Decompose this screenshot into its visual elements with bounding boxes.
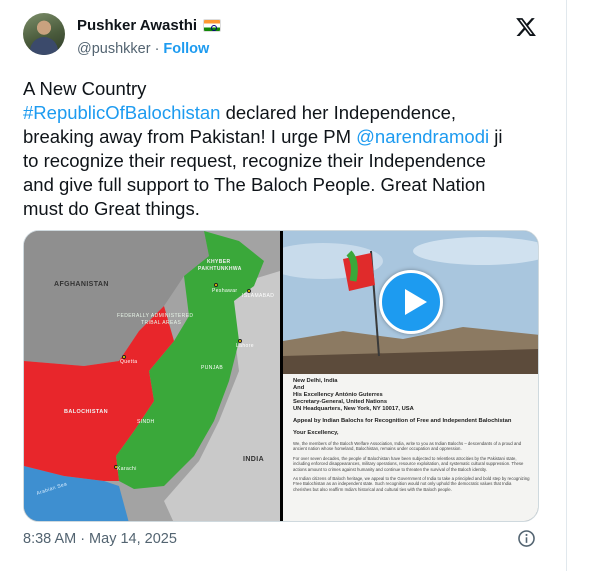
tweet-line-text: breaking away from Pakistan! I urge PM bbox=[23, 126, 357, 147]
map-label-quetta: Quetta bbox=[120, 359, 138, 365]
letter-paragraph: As Indian citizens of Baloch heritage, w… bbox=[293, 476, 530, 492]
map-label-balochistan: BALOCHISTAN bbox=[64, 409, 109, 415]
tweet-card: Pushker Awasthi @pushkker · Follow A New… bbox=[0, 0, 567, 571]
pakistan-map bbox=[24, 231, 280, 521]
tweet-line: A New Country bbox=[23, 78, 147, 99]
map-label-kpk: PAKHTUNKHWA bbox=[198, 266, 242, 272]
letter-subject: Appeal by Indian Balochs for Recognition… bbox=[293, 418, 512, 424]
tweet-line: to recognize their request, recognize th… bbox=[23, 150, 486, 171]
tweet-text: A New Country #RepublicOfBalochistan dec… bbox=[23, 77, 533, 221]
follow-button[interactable]: Follow bbox=[163, 41, 209, 57]
info-icon[interactable] bbox=[517, 529, 536, 548]
media-grid: AFGHANISTAN KHYBER PAKHTUNKHWA FEDERALLY… bbox=[23, 230, 539, 522]
tweet-line: #RepublicOfBalochistan declared her Inde… bbox=[23, 101, 533, 125]
map-label-islamabad: ISLAMABAD bbox=[242, 293, 275, 299]
avatar[interactable] bbox=[23, 13, 65, 55]
letter-image[interactable]: New Delhi, India And His Excellency Antó… bbox=[283, 374, 538, 521]
tweet-time: 8:38 AM bbox=[23, 531, 77, 547]
letter-line: New Delhi, India bbox=[293, 378, 338, 384]
tweet-line: and give full support to The Baloch Peop… bbox=[23, 174, 486, 195]
letter-paragraph: We, the members of the Baloch Welfare As… bbox=[293, 441, 522, 452]
avatar-figure bbox=[30, 37, 58, 55]
mention-link[interactable]: @narendramodi bbox=[356, 126, 489, 147]
map-city-dot bbox=[214, 283, 218, 287]
author-display-name[interactable]: Pushker Awasthi bbox=[77, 17, 197, 34]
video-thumbnail[interactable] bbox=[263, 231, 538, 374]
handle-separator: · bbox=[154, 41, 160, 57]
map-label-fata: FEDERALLY ADMINISTERED bbox=[117, 313, 194, 319]
letter-line: Secretary-General, United Nations bbox=[293, 399, 388, 405]
letter-line: His Excellency António Guterres bbox=[293, 392, 383, 398]
india-flag-icon bbox=[203, 19, 222, 32]
map-label-sindh: SINDH bbox=[137, 419, 155, 425]
timestamp-separator: · bbox=[80, 531, 86, 547]
letter-salutation: Your Excellency, bbox=[293, 430, 339, 436]
media-right-column: New Delhi, India And His Excellency Antó… bbox=[263, 231, 538, 521]
tweet-timestamp[interactable]: 8:38 AM · May 14, 2025 bbox=[23, 531, 177, 547]
play-icon[interactable] bbox=[379, 270, 443, 334]
author-name-row: Pushker Awasthi bbox=[77, 17, 222, 34]
map-label-afghanistan: AFGHANISTAN bbox=[54, 281, 109, 288]
x-logo-icon[interactable] bbox=[515, 16, 537, 38]
map-image[interactable]: AFGHANISTAN KHYBER PAKHTUNKHWA FEDERALLY… bbox=[24, 231, 280, 521]
tweet-line: must do Great things. bbox=[23, 198, 200, 219]
tweet-line: breaking away from Pakistan! I urge PM @… bbox=[23, 125, 533, 149]
map-label-punjab: PUNJAB bbox=[201, 365, 224, 371]
map-label-fata: TRIBAL AREAS bbox=[141, 320, 182, 326]
tweet-date: May 14, 2025 bbox=[89, 531, 177, 547]
letter-paragraph: For over seven decades, the people of Ba… bbox=[293, 455, 524, 472]
map-label-kpk: KHYBER bbox=[207, 259, 231, 265]
map-label-lahore: Lahore bbox=[236, 343, 254, 349]
map-label-karachi: Karachi bbox=[117, 466, 137, 472]
tweet-line-text: ji bbox=[489, 126, 503, 147]
map-label-peshawar: Peshawar bbox=[212, 288, 238, 294]
letter-line: UN Headquarters, New York, NY 10017, USA bbox=[293, 406, 414, 412]
author-handle[interactable]: @pushkker bbox=[77, 41, 151, 57]
hashtag-link[interactable]: #RepublicOfBalochistan bbox=[23, 102, 220, 123]
map-label-india: INDIA bbox=[243, 456, 265, 463]
letter-line: And bbox=[293, 385, 305, 391]
author-handle-row: @pushkker · Follow bbox=[77, 41, 209, 57]
tweet-line-text: declared her Independence, bbox=[220, 102, 456, 123]
